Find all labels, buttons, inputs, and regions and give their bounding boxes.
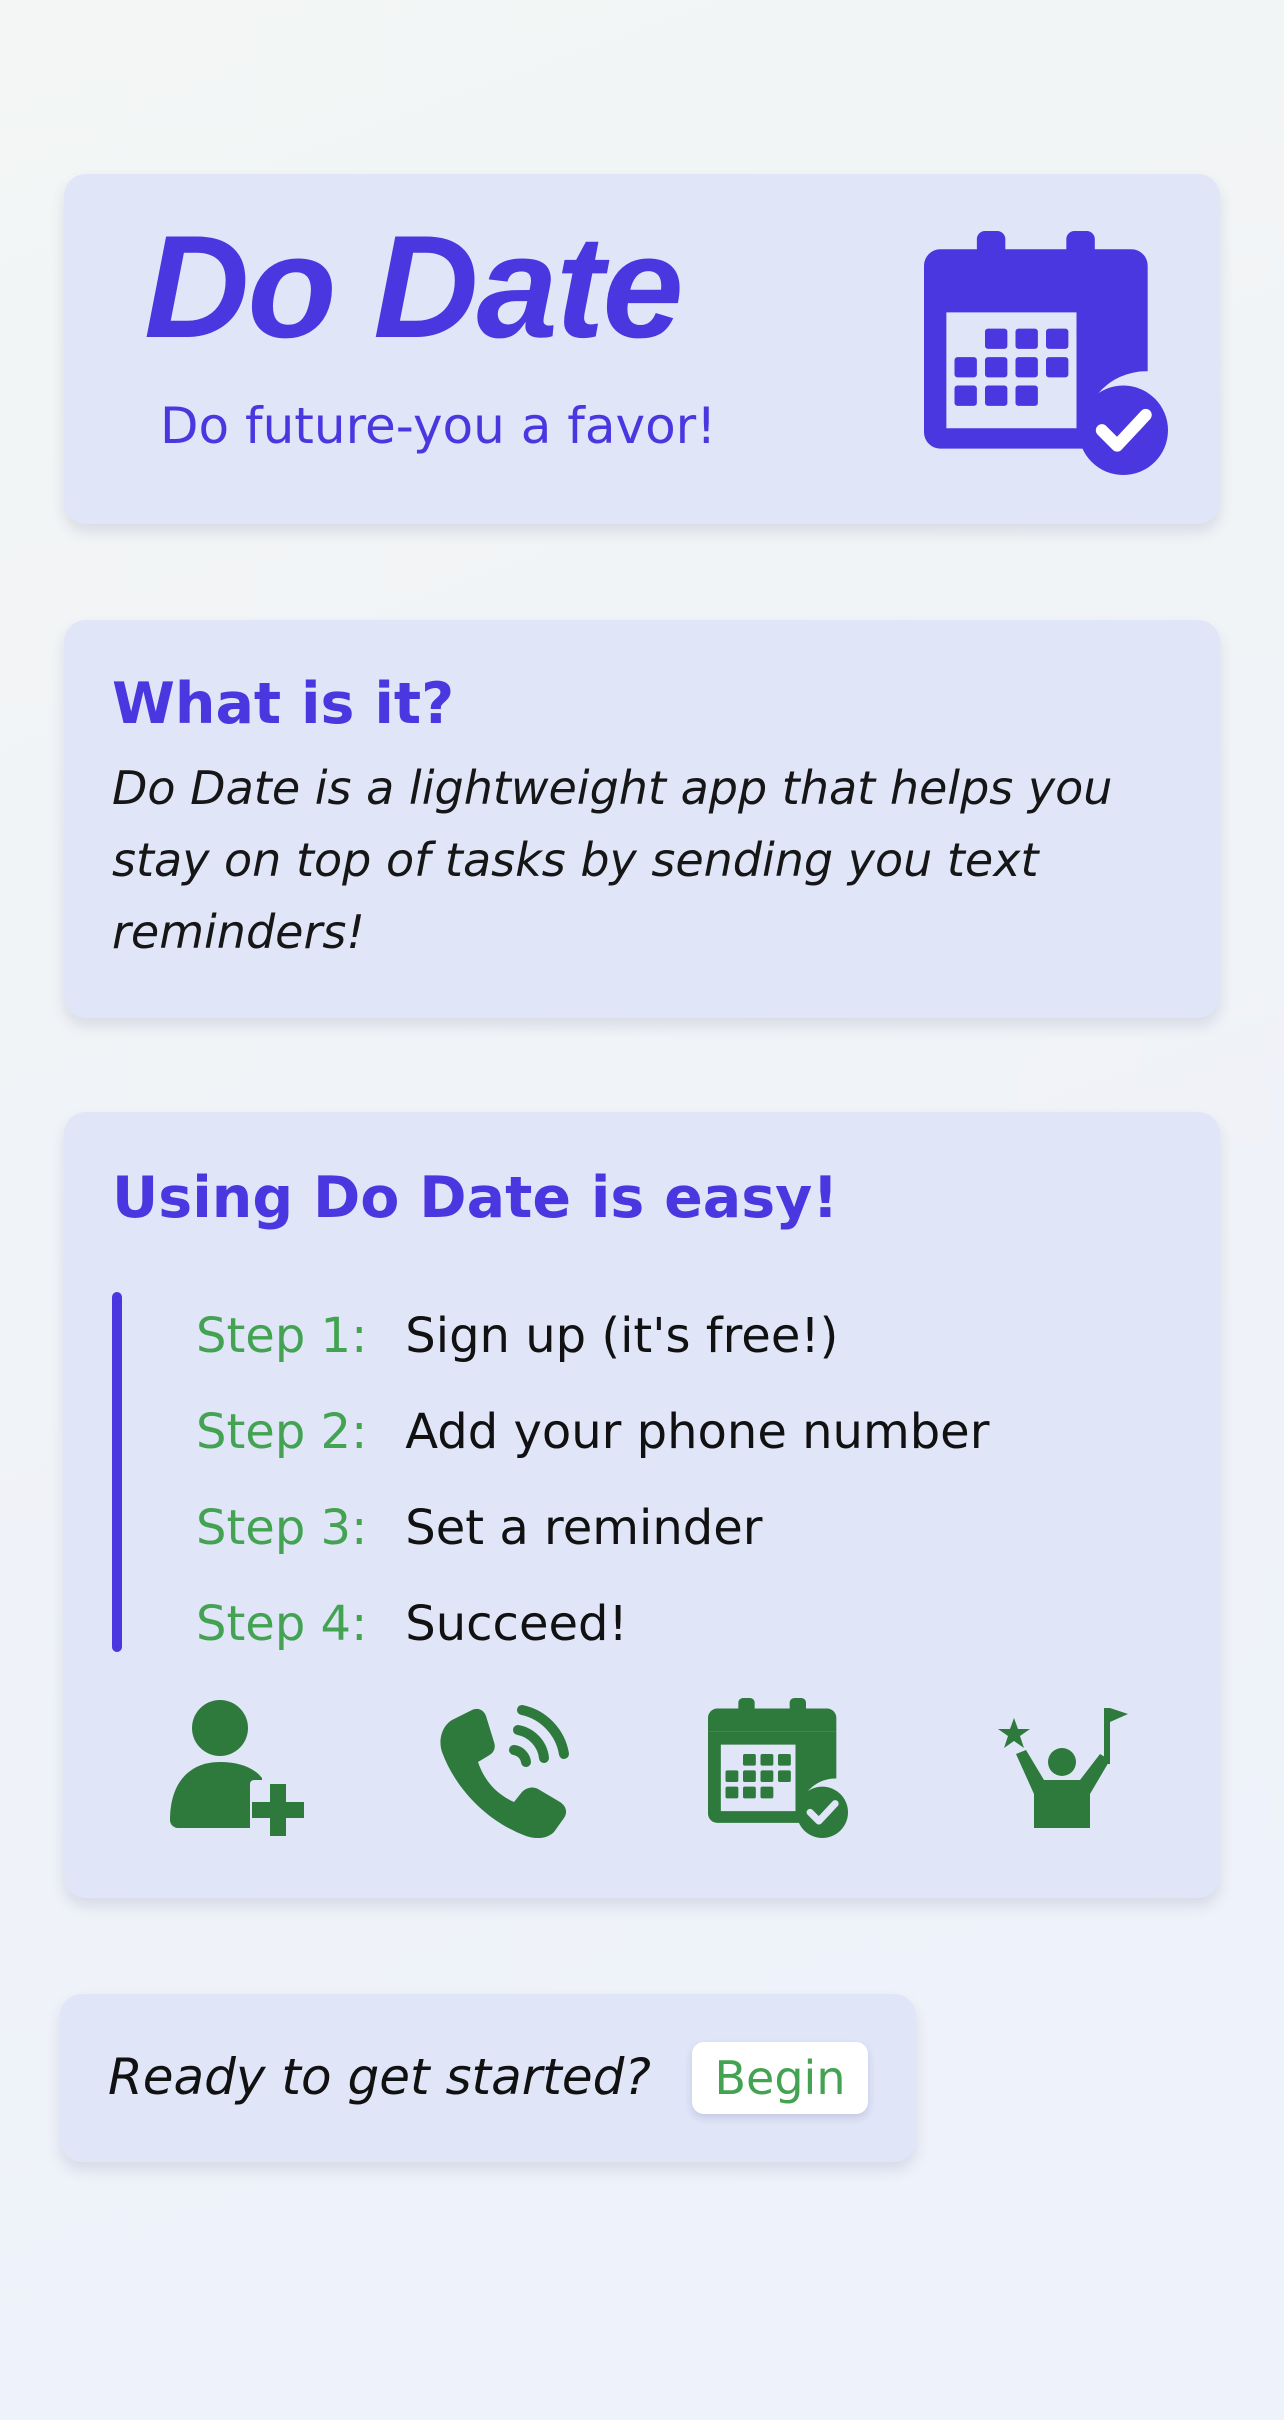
step-label: Step 3:: [196, 1500, 368, 1556]
step-text: Set a reminder: [405, 1500, 763, 1556]
step-text: Add your phone number: [405, 1404, 990, 1460]
calendar-check-icon: [708, 1698, 848, 1838]
step-item: Step 2: Add your phone number: [196, 1384, 989, 1480]
calendar-check-icon: [924, 231, 1168, 475]
about-heading: What is it?: [112, 671, 455, 737]
step-text: Succeed!: [405, 1596, 628, 1652]
cta-prompt: Ready to get started?: [108, 2048, 651, 2106]
steps-accent-bar: [112, 1292, 122, 1652]
app-title: Do Date: [144, 205, 684, 368]
person-celebrating-icon: [998, 1708, 1128, 1828]
step-icons-row: [64, 1698, 1220, 1848]
app-tagline: Do future-you a favor!: [160, 397, 717, 455]
steps-list: Step 1: Sign up (it's free!) Step 2: Add…: [196, 1288, 989, 1672]
begin-button[interactable]: Begin: [692, 2042, 868, 2114]
step-label: Step 4:: [196, 1596, 368, 1652]
user-plus-icon: [170, 1700, 306, 1836]
phone-volume-icon: [440, 1705, 569, 1838]
step-item: Step 1: Sign up (it's free!): [196, 1288, 989, 1384]
cta-card: Ready to get started? Begin: [60, 1994, 916, 2162]
steps-heading: Using Do Date is easy!: [112, 1165, 839, 1231]
step-label: Step 2:: [196, 1404, 368, 1460]
hero-card: Do Date Do future-you a favor!: [64, 174, 1220, 524]
step-item: Step 4: Succeed!: [196, 1576, 989, 1672]
step-label: Step 1:: [196, 1308, 368, 1364]
about-description: Do Date is a lightweight app that helps …: [112, 761, 1113, 959]
steps-card: Using Do Date is easy! Step 1: Sign up (…: [64, 1112, 1220, 1898]
step-text: Sign up (it's free!): [405, 1308, 839, 1364]
about-card: What is it? Do Date is a lightweight app…: [64, 620, 1220, 1018]
step-item: Step 3: Set a reminder: [196, 1480, 989, 1576]
